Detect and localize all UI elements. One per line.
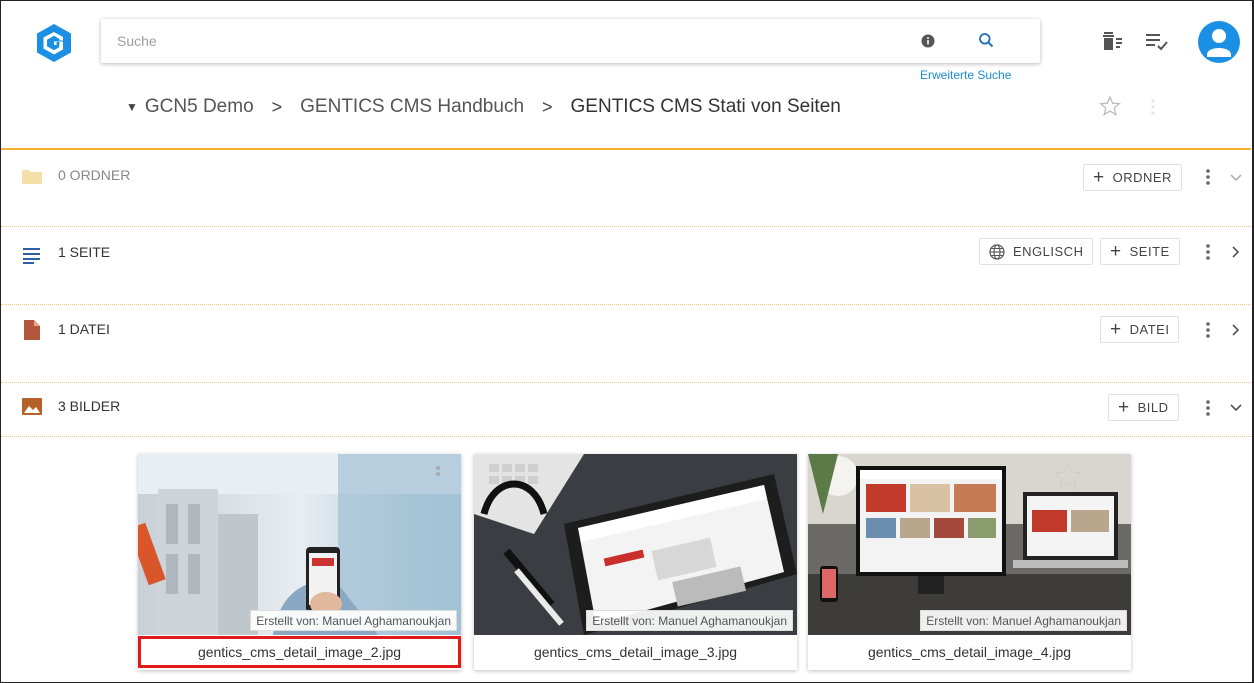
file-more-icon[interactable] <box>1205 320 1211 340</box>
breadcrumb: ▼ GCN5 Demo > GENTICS CMS Handbuch > GEN… <box>126 94 841 120</box>
add-folder-button[interactable]: + ORDNER <box>1083 164 1182 191</box>
plus-icon: + <box>1110 241 1122 262</box>
language-button[interactable]: ENGLISCH <box>979 238 1094 265</box>
plus-icon: + <box>1118 397 1130 418</box>
chevron-right-icon[interactable] <box>1229 323 1243 337</box>
language-label: ENGLISCH <box>1013 244 1084 259</box>
page-more-icon[interactable] <box>1205 242 1211 262</box>
image-author: Erstellt von: Manuel Aghamanoukjan <box>920 610 1127 631</box>
plus-icon: + <box>1110 319 1122 340</box>
image-icon <box>22 398 42 415</box>
chevron-right-icon: > <box>542 96 553 117</box>
image-filename[interactable]: gentics_cms_detail_image_3.jpg <box>474 636 797 668</box>
add-image-button[interactable]: + BILD <box>1108 394 1179 421</box>
breadcrumb-item-folder[interactable]: GENTICS CMS Handbuch <box>300 96 524 118</box>
image-filename-selected[interactable]: gentics_cms_detail_image_2.jpg <box>138 636 461 668</box>
image-thumbnail[interactable] <box>474 454 797 635</box>
wastebin-icon[interactable] <box>1101 30 1123 52</box>
add-folder-label: ORDNER <box>1112 170 1172 185</box>
search-icon[interactable] <box>978 32 995 49</box>
plus-icon: + <box>1093 167 1105 188</box>
message-list-icon[interactable] <box>1145 30 1169 52</box>
add-file-button[interactable]: + DATEI <box>1100 316 1180 343</box>
user-avatar[interactable] <box>1198 21 1240 63</box>
search-bar <box>101 19 1040 63</box>
image-card[interactable]: Erstellt von: Manuel Aghamanoukjan genti… <box>808 454 1131 670</box>
gentics-logo[interactable] <box>33 22 75 64</box>
image-thumbnail[interactable] <box>138 454 461 635</box>
user-icon <box>1207 29 1231 57</box>
add-image-label: BILD <box>1137 400 1169 415</box>
file-section: 1 DATEI + DATEI <box>1 306 1251 383</box>
advanced-search-link[interactable]: Erweiterte Suche <box>920 68 1011 82</box>
globe-icon <box>989 243 1005 260</box>
file-section-title[interactable]: 1 DATEI <box>58 321 110 337</box>
add-page-button[interactable]: + SEITE <box>1100 238 1180 265</box>
image-thumbnail[interactable] <box>808 454 1131 635</box>
image-author: Erstellt von: Manuel Aghamanoukjan <box>250 610 457 631</box>
chevron-right-icon: > <box>271 96 283 117</box>
chevron-down-icon[interactable] <box>1229 171 1243 185</box>
image-filename[interactable]: gentics_cms_detail_image_4.jpg <box>808 636 1131 668</box>
add-page-label: SEITE <box>1129 244 1170 259</box>
breadcrumb-item-node[interactable]: GCN5 Demo <box>145 96 254 118</box>
node-dropdown-icon[interactable]: ▼ <box>126 100 138 114</box>
folder-section: 0 ORDNER + ORDNER <box>1 150 1251 227</box>
breadcrumb-more-icon[interactable] <box>1150 97 1156 117</box>
chevron-down-icon[interactable] <box>1229 401 1243 415</box>
add-file-label: DATEI <box>1129 322 1170 337</box>
image-card[interactable]: Erstellt von: Manuel Aghamanoukjan genti… <box>138 454 461 670</box>
info-icon[interactable] <box>921 34 935 48</box>
image-card[interactable]: Erstellt von: Manuel Aghamanoukjan genti… <box>474 454 797 670</box>
image-section: 3 BILDER + BILD <box>1 384 1251 437</box>
page-section-title[interactable]: 1 SEITE <box>58 244 110 260</box>
folder-section-title[interactable]: 0 ORDNER <box>58 167 130 183</box>
page-list-icon <box>23 248 40 264</box>
favourite-star-icon[interactable] <box>1099 95 1121 117</box>
image-author: Erstellt von: Manuel Aghamanoukjan <box>586 610 793 631</box>
file-icon <box>24 320 40 340</box>
folder-more-icon[interactable] <box>1205 167 1211 187</box>
chevron-right-icon[interactable] <box>1229 245 1243 259</box>
folder-icon <box>22 170 42 184</box>
image-section-title[interactable]: 3 BILDER <box>58 398 120 414</box>
image-more-icon[interactable] <box>1205 398 1211 418</box>
breadcrumb-item-current[interactable]: GENTICS CMS Stati von Seiten <box>571 96 841 118</box>
search-input[interactable] <box>117 31 897 51</box>
page-section: 1 SEITE ENGLISCH + SEITE <box>1 228 1251 305</box>
